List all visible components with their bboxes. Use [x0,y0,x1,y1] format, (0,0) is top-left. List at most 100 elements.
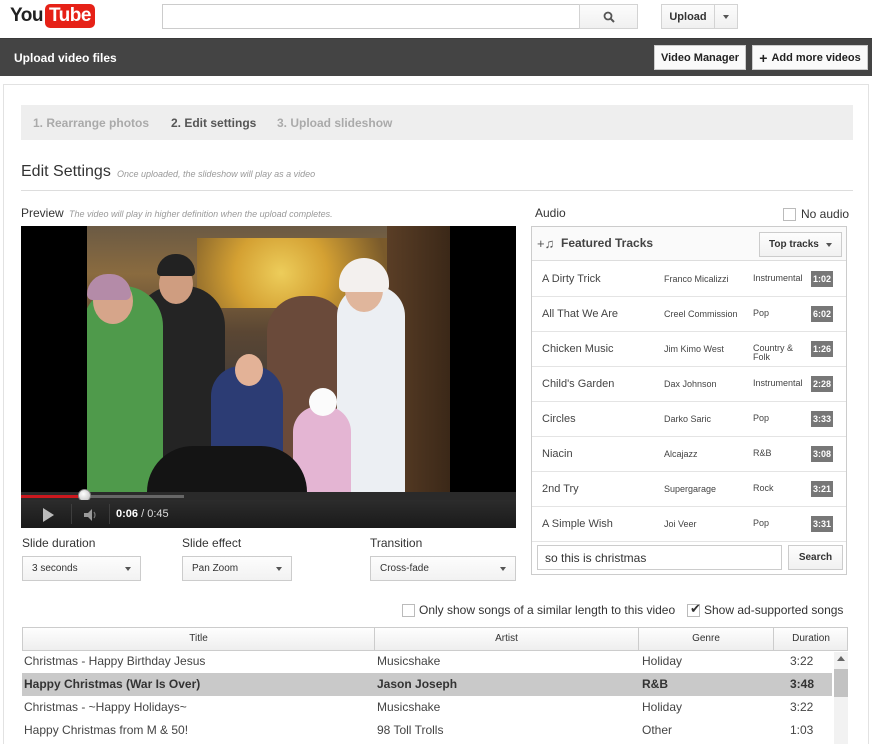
no-audio-checkbox[interactable]: No audio [783,207,849,221]
similar-length-checkbox[interactable] [402,603,415,617]
track-artist: Supergarage [664,484,717,494]
current-time: 0:06 [116,508,139,520]
similar-length-label: Only show songs of a similar length to t… [419,603,676,617]
music-note-icon: +♫ [537,236,555,251]
transition-label: Transition [370,536,423,550]
track-artist: Franco Micalizzi [664,274,729,284]
track-row[interactable]: A Dirty Trick Franco Micalizzi Instrumenta… [532,262,846,297]
track-genre: Instrumental [753,378,803,388]
track-row[interactable]: All That We Are Creel Commission Pop 6:02 [532,297,846,332]
column-header-title[interactable]: Title [23,628,375,650]
no-audio-checkbox-box[interactable] [783,207,796,221]
preview-label: Preview [21,206,64,220]
video-player[interactable]: 0:06 / 0:45 [21,226,516,528]
logo-you-text: You [10,5,43,26]
results-scrollbar-thumb[interactable] [834,669,848,697]
table-row[interactable]: Happy Christmas from M & 50! 98 Toll Trol… [22,719,832,742]
step-rearrange-photos[interactable]: 1. Rearrange photos [33,116,149,130]
transition-select[interactable]: Cross-fade [370,556,516,581]
slide-effect-value: Pan Zoom [192,563,239,574]
track-artist: Alcajazz [664,449,698,459]
track-duration: 3:08 [811,446,834,462]
cell-artist: Musicshake [377,700,441,714]
table-row[interactable]: Christmas - ~Happy Holidays~ Musicshake Ho… [22,696,832,719]
search-icon [603,11,615,23]
step-bar: 1. Rearrange photos 2. Edit settings 3. … [21,105,853,140]
progress-played [21,495,86,498]
track-row[interactable]: Circles Darko Saric Pop 3:33 [532,402,846,437]
add-more-videos-label: Add more videos [771,51,861,64]
cell-title: Happy Christmas (War Is Over) [24,677,201,691]
column-header-artist[interactable]: Artist [375,628,639,650]
track-duration: 3:33 [811,411,834,427]
upload-button[interactable]: Upload [661,4,715,29]
video-frame[interactable] [87,226,450,492]
youtube-logo[interactable]: You Tube [10,4,95,28]
track-artist: Jim Kimo West [664,344,724,354]
cell-title: Happy Christmas from M & 50! [24,723,189,737]
scroll-up-icon[interactable] [837,656,845,661]
video-progress-bar[interactable] [21,489,516,502]
total-time: 0:45 [147,508,169,520]
video-controls: 0:06 / 0:45 [21,500,516,528]
track-title: A Simple Wish [542,518,613,530]
cell-genre: Holiday [642,700,683,714]
search-button[interactable] [579,4,638,29]
table-header: Title Artist Genre Duration [22,627,848,651]
cell-duration: 3:22 [790,654,814,668]
slide-effect-select[interactable]: Pan Zoom [182,556,292,581]
upload-menu-button[interactable] [714,4,738,29]
chevron-down-icon [723,14,729,19]
no-audio-label: No audio [801,207,850,221]
masthead: You Tube Upload [0,0,872,38]
edit-settings-title: Edit Settings [21,163,111,180]
ad-supported-checkbox[interactable]: ✔ [687,602,701,617]
column-header-genre[interactable]: Genre [639,628,774,650]
cell-title: Christmas - ~Happy Holidays~ [24,700,187,714]
chevron-down-icon [125,567,131,571]
column-header-duration[interactable]: Duration [774,628,848,650]
ad-supported-filter[interactable]: ✔ Show ad-supported songs [687,602,843,617]
search-input[interactable] [162,4,580,29]
edit-settings-note: Once uploaded, the slideshow will play a… [117,169,316,179]
table-row[interactable]: Happy Christmas (War Is Over) Jason Josep… [22,673,832,696]
top-tracks-dropdown[interactable]: Top tracks [759,232,842,257]
audio-panel: +♫ Featured Tracks Top tracks A Dirty Tr… [531,226,847,575]
track-genre: Pop [753,413,770,423]
audio-search-button[interactable]: Search [788,545,843,570]
track-genre: Instrumental [753,273,803,283]
track-duration: 6:02 [811,306,834,322]
video-manager-button[interactable]: Video Manager [654,45,746,70]
track-row[interactable]: Niacin Alcajazz R&B 3:08 [532,437,846,472]
slide-duration-select[interactable]: 3 seconds [22,556,141,581]
audio-label: Audio [535,206,566,220]
similar-length-filter[interactable]: Only show songs of a similar length to t… [402,603,675,617]
results-scrollbar[interactable] [834,652,848,744]
featured-tracks-header: +♫ Featured Tracks Top tracks [532,227,846,261]
track-row[interactable]: A Simple Wish Joi Veer Pop 3:31 [532,507,846,542]
track-row[interactable]: Chicken Music Jim Kimo West Country & Folk… [532,332,846,367]
add-more-videos-button[interactable]: + Add more videos [752,45,868,70]
divider [21,190,853,191]
audio-search-input[interactable] [537,545,782,570]
track-title: Child's Garden [542,378,615,390]
step-upload-slideshow: 3. Upload slideshow [277,116,393,130]
slide-duration-value: 3 seconds [32,563,78,574]
play-icon[interactable] [43,508,54,522]
transition-value: Cross-fade [380,563,429,574]
preview-note: The video will play in higher definition… [69,209,333,219]
volume-icon[interactable] [83,508,99,522]
top-tracks-label: Top tracks [769,239,819,250]
track-duration: 2:28 [811,376,834,392]
track-row[interactable]: 2nd Try Supergarage Rock 3:21 [532,472,846,507]
table-row[interactable]: Christmas - Happy Birthday Jesus Musicsha… [22,650,832,673]
track-title: Chicken Music [542,343,614,355]
track-row[interactable]: Child's Garden Dax Johnson Instrumental 2:2… [532,367,846,402]
cell-artist: 98 Toll Trolls [377,723,444,737]
cell-artist: Musicshake [377,654,441,668]
track-duration: 1:26 [811,341,834,357]
track-title: Circles [542,413,576,425]
cell-duration: 3:22 [790,700,814,714]
track-genre: Rock [753,483,774,493]
track-title: 2nd Try [542,483,579,495]
